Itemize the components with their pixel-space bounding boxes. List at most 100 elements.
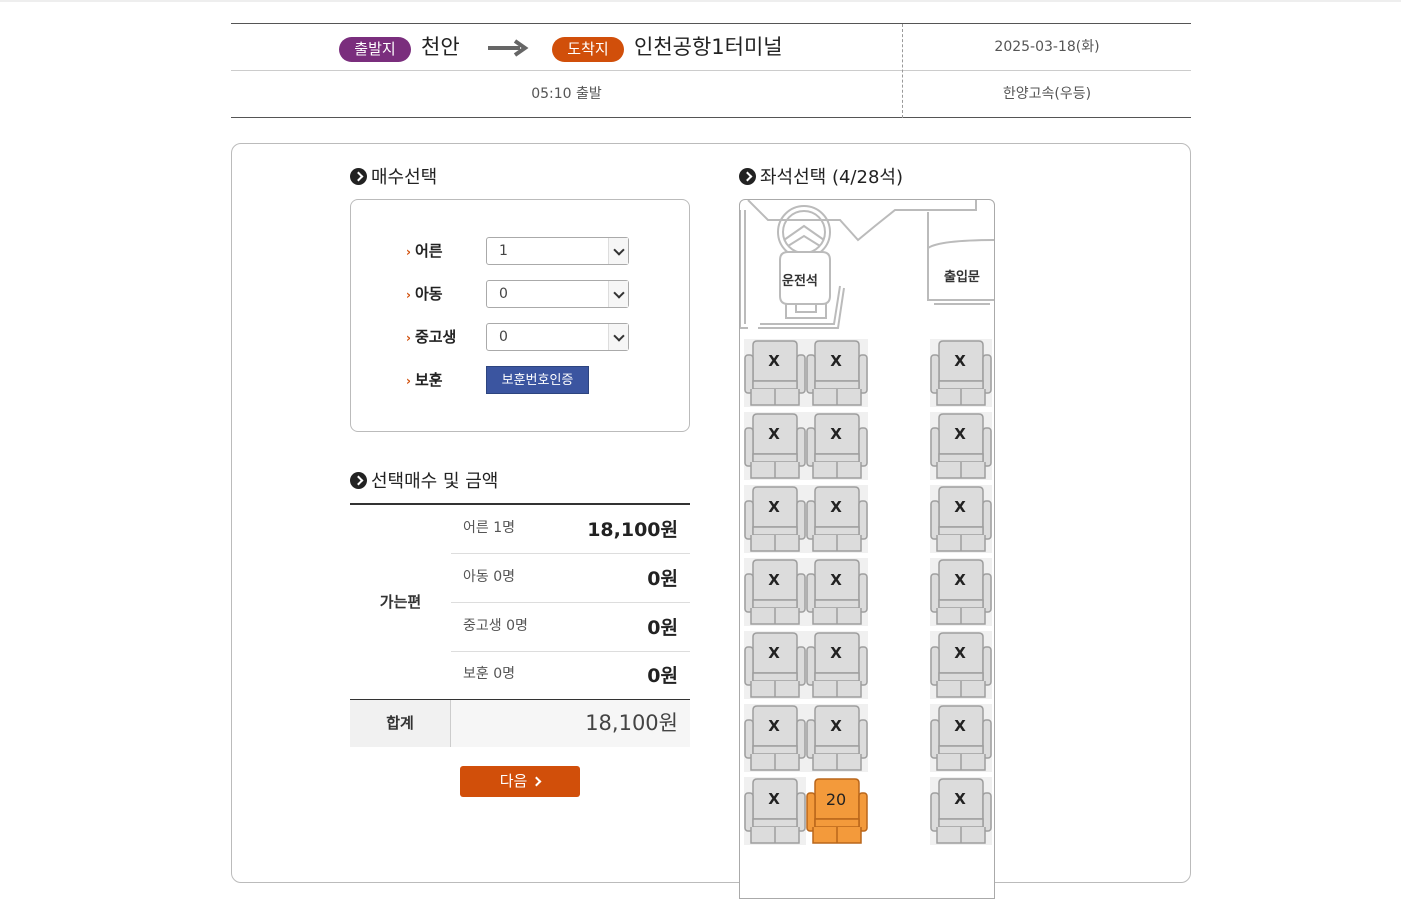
- seat-taken[interactable]: X: [806, 558, 868, 626]
- quantity-title: 매수선택: [350, 167, 437, 189]
- child-select-value: 0: [499, 286, 508, 302]
- schedule-row: 05:10 출발 한양고속(우등): [231, 71, 1191, 118]
- driver-seat-label: 운전석: [782, 274, 818, 289]
- seat-taken[interactable]: X: [930, 704, 992, 772]
- adult-label: › 어른: [406, 237, 443, 266]
- price-row-label: 중고생 0명: [463, 618, 528, 634]
- seat-taken[interactable]: X: [744, 631, 806, 699]
- quantity-box: › 어른 1 › 아동 0 › 중고생 0 › 보훈 보훈번호인증: [350, 199, 690, 432]
- seat-label: X: [830, 352, 842, 370]
- total-row: 합계 18,100원: [350, 699, 690, 747]
- seat-label: X: [768, 717, 780, 735]
- veteran-verify-button[interactable]: 보훈번호인증: [486, 366, 589, 394]
- seat-taken[interactable]: X: [930, 485, 992, 553]
- price-title: 선택매수 및 금액: [350, 471, 498, 493]
- student-label: › 중고생: [406, 323, 456, 352]
- seat-label: X: [954, 790, 966, 808]
- departure-time: 05:10 출발: [531, 86, 602, 102]
- seat-taken[interactable]: X: [930, 412, 992, 480]
- top-border: [0, 0, 1401, 2]
- total-label: 합계: [350, 700, 451, 747]
- seat-title: 좌석선택 (4/28석): [739, 167, 903, 189]
- veteran-label-text: 보훈: [414, 371, 443, 389]
- adult-select[interactable]: 1: [486, 237, 629, 265]
- seat-label: X: [954, 717, 966, 735]
- seat-taken[interactable]: X: [744, 412, 806, 480]
- price-row-label: 어른 1명: [463, 520, 515, 536]
- chevron-right-icon: ›: [406, 331, 411, 345]
- circle-arrow-icon: [739, 168, 756, 185]
- seat-map: 운전석 출입문 X X X X X X X X X X X X X X X X X X X 20 X: [739, 199, 995, 899]
- price-row: 어른 1명 18,100원: [451, 505, 690, 554]
- seat-taken[interactable]: X: [930, 558, 992, 626]
- chevron-right-icon: ›: [406, 374, 411, 388]
- child-select[interactable]: 0: [486, 280, 629, 308]
- departure-badge: 출발지: [339, 37, 411, 62]
- seat-taken[interactable]: X: [806, 412, 868, 480]
- chevron-right-icon: ›: [406, 288, 411, 302]
- quantity-title-text: 매수선택: [371, 167, 438, 188]
- seat-taken[interactable]: X: [806, 704, 868, 772]
- route-row: 출발지 천안 도착지 인천공항1터미널 2025-03-18(화): [231, 24, 1191, 71]
- seat-label: X: [830, 498, 842, 516]
- seat-label: X: [768, 425, 780, 443]
- adult-label-text: 어른: [414, 242, 443, 260]
- seat-taken[interactable]: X: [744, 704, 806, 772]
- seat-taken[interactable]: X: [806, 339, 868, 407]
- price-row: 보훈 0명 0원: [451, 651, 690, 700]
- price-row-value: 0원: [647, 665, 678, 687]
- seat-taken[interactable]: X: [930, 777, 992, 845]
- veteran-row: › 보훈 보훈번호인증: [406, 366, 686, 394]
- chevron-right-icon: [531, 776, 542, 787]
- next-button[interactable]: 다음: [460, 766, 580, 797]
- price-row: 중고생 0명 0원: [451, 603, 690, 652]
- circle-arrow-icon: [350, 168, 367, 185]
- seat-taken[interactable]: X: [744, 558, 806, 626]
- seat-label: X: [830, 425, 842, 443]
- seat-label: X: [954, 498, 966, 516]
- arrival-badge: 도착지: [552, 37, 624, 62]
- route-info: 출발지 천안 도착지 인천공항1터미널 2025-03-18(화) 05:10 …: [231, 23, 1191, 118]
- seat-label: X: [954, 644, 966, 662]
- entrance-label: 출입문: [944, 270, 980, 285]
- seat-taken[interactable]: X: [806, 631, 868, 699]
- seat-label: X: [954, 571, 966, 589]
- adult-row: › 어른 1: [406, 237, 686, 265]
- seat-taken[interactable]: X: [744, 485, 806, 553]
- seat-taken[interactable]: X: [744, 339, 806, 407]
- price-row-label: 보훈 0명: [463, 666, 515, 682]
- price-table: 가는편 어른 1명 18,100원 아동 0명 0원 중고생 0명 0원 보훈 …: [350, 503, 690, 747]
- price-row-value: 0원: [647, 617, 678, 639]
- arrival-place: 인천공항1터미널: [634, 35, 783, 59]
- price-row-label: 아동 0명: [463, 569, 515, 585]
- seat-taken[interactable]: X: [744, 777, 806, 845]
- chevron-down-icon: [608, 238, 628, 264]
- seat-selected[interactable]: 20: [806, 777, 868, 845]
- seat-taken[interactable]: X: [806, 485, 868, 553]
- student-label-text: 중고생: [414, 328, 457, 346]
- student-row: › 중고생 0: [406, 323, 686, 351]
- student-select[interactable]: 0: [486, 323, 629, 351]
- seat-label: X: [768, 498, 780, 516]
- veteran-label: › 보훈: [406, 366, 443, 395]
- arrow-right-icon: [488, 39, 529, 57]
- total-value: 18,100원: [451, 700, 690, 747]
- adult-select-value: 1: [499, 243, 508, 259]
- price-row-value: 18,100원: [587, 519, 678, 541]
- seat-label: X: [954, 352, 966, 370]
- departure-place: 천안: [421, 35, 460, 59]
- seat-label: X: [768, 352, 780, 370]
- seat-label: 20: [825, 790, 847, 809]
- child-row: › 아동 0: [406, 280, 686, 308]
- next-button-label: 다음: [499, 772, 528, 790]
- seat-label: X: [768, 571, 780, 589]
- seat-label: X: [830, 644, 842, 662]
- seat-taken[interactable]: X: [930, 631, 992, 699]
- child-label: › 아동: [406, 280, 443, 309]
- seat-taken[interactable]: X: [930, 339, 992, 407]
- price-row-value: 0원: [647, 568, 678, 590]
- seat-label: X: [830, 571, 842, 589]
- seat-label: X: [954, 425, 966, 443]
- circle-arrow-icon: [350, 472, 367, 489]
- student-select-value: 0: [499, 329, 508, 345]
